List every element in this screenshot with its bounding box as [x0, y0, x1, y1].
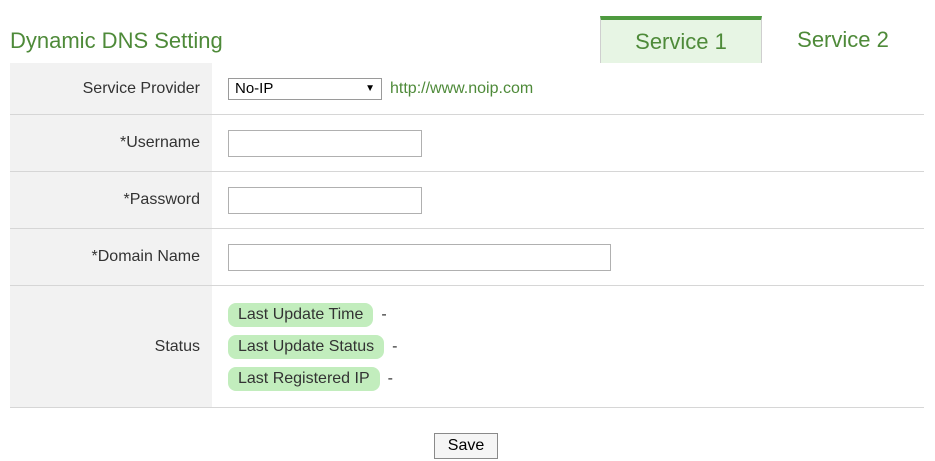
status-badge-last-update-status: Last Update Status: [228, 334, 385, 359]
service-provider-value: No-IP ▼ http://www.noip.com: [212, 63, 924, 114]
status-value-last-update-time: -: [381, 305, 387, 323]
status-item: Last Registered IP -: [228, 366, 397, 391]
password-input[interactable]: [228, 186, 422, 214]
service-provider-selected: No-IP: [235, 80, 274, 97]
status-row: Status Last Update Time - Last Update St…: [10, 286, 924, 408]
username-input[interactable]: [228, 129, 422, 157]
domain-name-value: [212, 229, 924, 285]
status-badge-last-update-time: Last Update Time: [228, 302, 374, 327]
save-button[interactable]: Save: [434, 433, 498, 459]
service-provider-select[interactable]: No-IP ▼: [228, 77, 382, 100]
status-value: Last Update Time - Last Update Status - …: [212, 286, 924, 407]
service-provider-label: Service Provider: [10, 63, 212, 114]
chevron-down-icon: ▼: [365, 83, 375, 94]
password-value: [212, 172, 924, 228]
domain-name-label: *Domain Name: [10, 229, 212, 285]
password-row: *Password: [10, 172, 924, 229]
domain-name-input[interactable]: [228, 243, 611, 271]
status-value-last-update-status: -: [392, 337, 398, 355]
status-value-last-registered-ip: -: [387, 369, 393, 387]
username-label: *Username: [10, 115, 212, 171]
status-item: Last Update Time -: [228, 302, 397, 327]
page-header: Dynamic DNS Setting Service 1 Service 2: [10, 10, 924, 64]
ddns-form: Service Provider No-IP ▼ http://www.noip…: [10, 63, 924, 408]
tab-service-2[interactable]: Service 2: [762, 16, 924, 63]
status-badge-last-registered-ip: Last Registered IP: [228, 366, 380, 391]
page-title: Dynamic DNS Setting: [10, 28, 223, 53]
status-list: Last Update Time - Last Update Status - …: [228, 302, 398, 391]
domain-name-row: *Domain Name: [10, 229, 924, 286]
provider-link[interactable]: http://www.noip.com: [390, 80, 533, 98]
password-label: *Password: [10, 172, 212, 228]
status-label: Status: [10, 286, 212, 407]
tab-service-1[interactable]: Service 1: [600, 16, 762, 64]
service-provider-row: Service Provider No-IP ▼ http://www.noip…: [10, 63, 924, 115]
username-value: [212, 115, 924, 171]
username-row: *Username: [10, 115, 924, 172]
status-item: Last Update Status -: [228, 334, 398, 359]
